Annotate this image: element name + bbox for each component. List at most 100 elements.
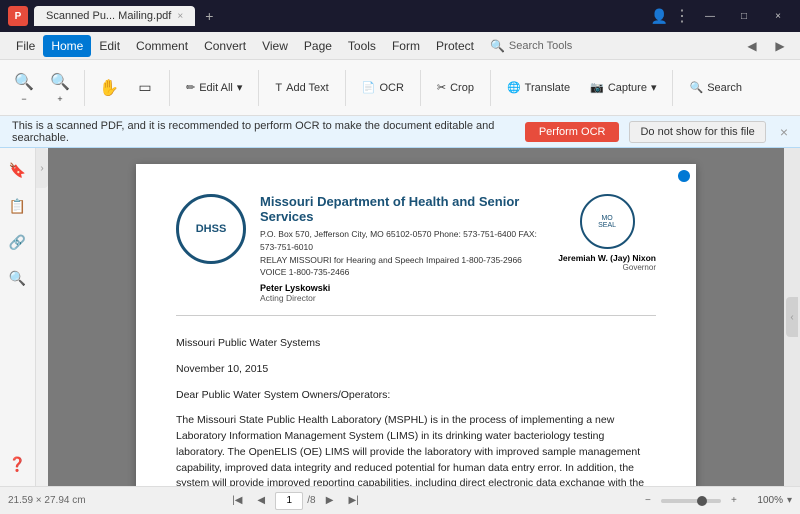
zoom-in-btn[interactable]: 🔍 + — [44, 65, 76, 111]
tab-title: Scanned Pu... Mailing.pdf — [46, 10, 171, 22]
more-options-icon[interactable]: ⋮ — [674, 6, 690, 26]
menu-convert[interactable]: Convert — [196, 35, 254, 57]
page-size-label: 21.59 × 27.94 cm — [8, 495, 86, 506]
menu-bar: File Home Edit Comment Convert View Page… — [0, 32, 800, 60]
search-icon: 🔍 — [689, 81, 703, 94]
zoom-out-btn[interactable]: 🔍 − — [8, 65, 40, 111]
close-btn[interactable]: × — [764, 6, 792, 26]
nav-back-btn[interactable]: ◀ — [740, 34, 764, 58]
zoom-value-label: 100% — [747, 495, 783, 506]
ribbon-toolbar: 🔍 − 🔍 + ✋ ▭ ✏ Edit All ▾ T Add Text 📄 OC… — [0, 60, 800, 116]
add-text-icon: T — [275, 82, 282, 94]
dept-name: Missouri Department of Health and Senior… — [260, 194, 548, 224]
title-bar-left: P Scanned Pu... Mailing.pdf × + — [8, 6, 213, 26]
governor-name: Jeremiah W. (Jay) Nixon — [558, 253, 656, 263]
pdf-para1: The Missouri State Public Health Laborat… — [176, 413, 656, 486]
sidebar-link-icon[interactable]: 🔗 — [4, 228, 32, 256]
next-page-btn[interactable]: ▶ — [320, 492, 340, 510]
translate-icon: 🌐 — [507, 81, 521, 94]
perform-ocr-btn[interactable]: Perform OCR — [525, 122, 620, 142]
governor-title: Governor — [558, 263, 656, 272]
zoom-out-small-btn[interactable]: − — [639, 492, 657, 510]
select-tool-btn[interactable]: ▭ — [129, 65, 161, 111]
pdf-content-area: DHSS Missouri Department of Health and S… — [48, 148, 784, 486]
zoom-in-icon: 🔍 — [50, 72, 70, 92]
select-tool-icon: ▭ — [138, 79, 151, 96]
nav-forward-btn[interactable]: ▶ — [768, 34, 792, 58]
search-btn[interactable]: 🔍 Search — [681, 74, 750, 102]
page-number-input[interactable] — [275, 492, 303, 510]
sidebar-search-icon[interactable]: 🔍 — [4, 264, 32, 292]
pdf-body: Missouri Public Water Systems November 1… — [176, 336, 656, 486]
hand-tool-btn[interactable]: ✋ — [93, 65, 125, 111]
menu-view[interactable]: View — [254, 35, 296, 57]
pdf-director: Peter Lyskowski Acting Director — [260, 283, 548, 303]
sidebar-help-icon[interactable]: ❓ — [4, 450, 32, 478]
edit-all-btn[interactable]: ✏ Edit All ▾ — [178, 74, 250, 102]
last-page-btn[interactable]: ▶| — [344, 492, 364, 510]
capture-btn[interactable]: 📷 Capture ▾ — [582, 74, 664, 102]
user-icon: 👤 — [651, 8, 668, 25]
ocr-banner: This is a scanned PDF, and it is recomme… — [0, 116, 800, 148]
ocr-icon: 📄 — [362, 81, 376, 94]
bottom-bar: 21.59 × 27.94 cm |◀ ◀ /8 ▶ ▶| − + 100% ▾ — [0, 486, 800, 514]
sidebar-expand-btn[interactable]: › — [36, 148, 48, 188]
menu-page[interactable]: Page — [296, 35, 340, 57]
zoom-in-small-btn[interactable]: + — [725, 492, 743, 510]
search-tools-btn[interactable]: 🔍 Search Tools — [482, 35, 580, 57]
capture-icon: 📷 — [590, 81, 604, 94]
zoom-dropdown-btn[interactable]: ▾ — [787, 495, 792, 506]
sidebar-pages-icon[interactable]: 📋 — [4, 192, 32, 220]
divider-5 — [420, 70, 421, 106]
menu-form[interactable]: Form — [384, 35, 428, 57]
gov-seal: MOSEAL — [580, 194, 635, 249]
edit-indicator — [678, 170, 690, 182]
main-area: 🔖 📋 🔗 🔍 ❓ › DHSS Missouri Department of … — [0, 148, 800, 486]
pdf-address: P.O. Box 570, Jefferson City, MO 65102-0… — [260, 228, 548, 254]
first-page-btn[interactable]: |◀ — [227, 492, 247, 510]
pdf-header: DHSS Missouri Department of Health and S… — [176, 194, 656, 316]
pdf-governor: MOSEAL Jeremiah W. (Jay) Nixon Governor — [558, 194, 656, 272]
right-sidebar: ‹ — [784, 148, 800, 486]
menu-protect[interactable]: Protect — [428, 35, 482, 57]
right-expand-btn[interactable]: ‹ — [786, 297, 798, 337]
page-total-label: /8 — [307, 495, 315, 506]
prev-page-btn[interactable]: ◀ — [251, 492, 271, 510]
divider-4 — [345, 70, 346, 106]
divider-2 — [169, 70, 170, 106]
translate-btn[interactable]: 🌐 Translate — [499, 74, 578, 102]
banner-close-btn[interactable]: × — [780, 124, 788, 140]
zoom-slider-thumb — [697, 496, 707, 506]
divider-7 — [672, 70, 673, 106]
tab-close-btn[interactable]: × — [177, 11, 183, 22]
ocr-banner-text: This is a scanned PDF, and it is recomme… — [12, 120, 515, 144]
pdf-dept-info: Missouri Department of Health and Senior… — [260, 194, 548, 303]
pdf-date: November 10, 2015 — [176, 362, 656, 378]
maximize-btn[interactable]: □ — [730, 6, 758, 26]
search-tools-icon: 🔍 — [490, 39, 505, 53]
crop-icon: ✂ — [437, 81, 446, 94]
title-bar: P Scanned Pu... Mailing.pdf × + 👤 ⋮ — □ … — [0, 0, 800, 32]
app-icon: P — [8, 6, 28, 26]
active-tab[interactable]: Scanned Pu... Mailing.pdf × — [34, 6, 195, 26]
zoom-slider[interactable] — [661, 499, 721, 503]
ocr-btn[interactable]: 📄 OCR — [354, 74, 412, 102]
dhss-logo: DHSS — [176, 194, 246, 264]
sidebar-bookmark-icon[interactable]: 🔖 — [4, 156, 32, 184]
edit-pencil-icon: ✏ — [186, 81, 195, 94]
divider-3 — [258, 70, 259, 106]
new-tab-btn[interactable]: + — [205, 8, 213, 24]
menu-file[interactable]: File — [8, 35, 43, 57]
left-sidebar: 🔖 📋 🔗 🔍 ❓ — [0, 148, 36, 486]
menu-tools[interactable]: Tools — [340, 35, 384, 57]
pdf-relay: RELAY MISSOURI for Hearing and Speech Im… — [260, 254, 548, 280]
add-text-btn[interactable]: T Add Text — [267, 74, 336, 102]
minimize-btn[interactable]: — — [696, 6, 724, 26]
do-not-show-btn[interactable]: Do not show for this file — [629, 121, 765, 143]
crop-btn[interactable]: ✂ Crop — [429, 74, 482, 102]
left-panel: 🔖 📋 🔗 🔍 ❓ › — [0, 148, 48, 486]
menu-home[interactable]: Home — [43, 35, 91, 57]
menu-comment[interactable]: Comment — [128, 35, 196, 57]
menu-edit[interactable]: Edit — [91, 35, 128, 57]
zoom-out-icon: 🔍 — [14, 72, 34, 92]
